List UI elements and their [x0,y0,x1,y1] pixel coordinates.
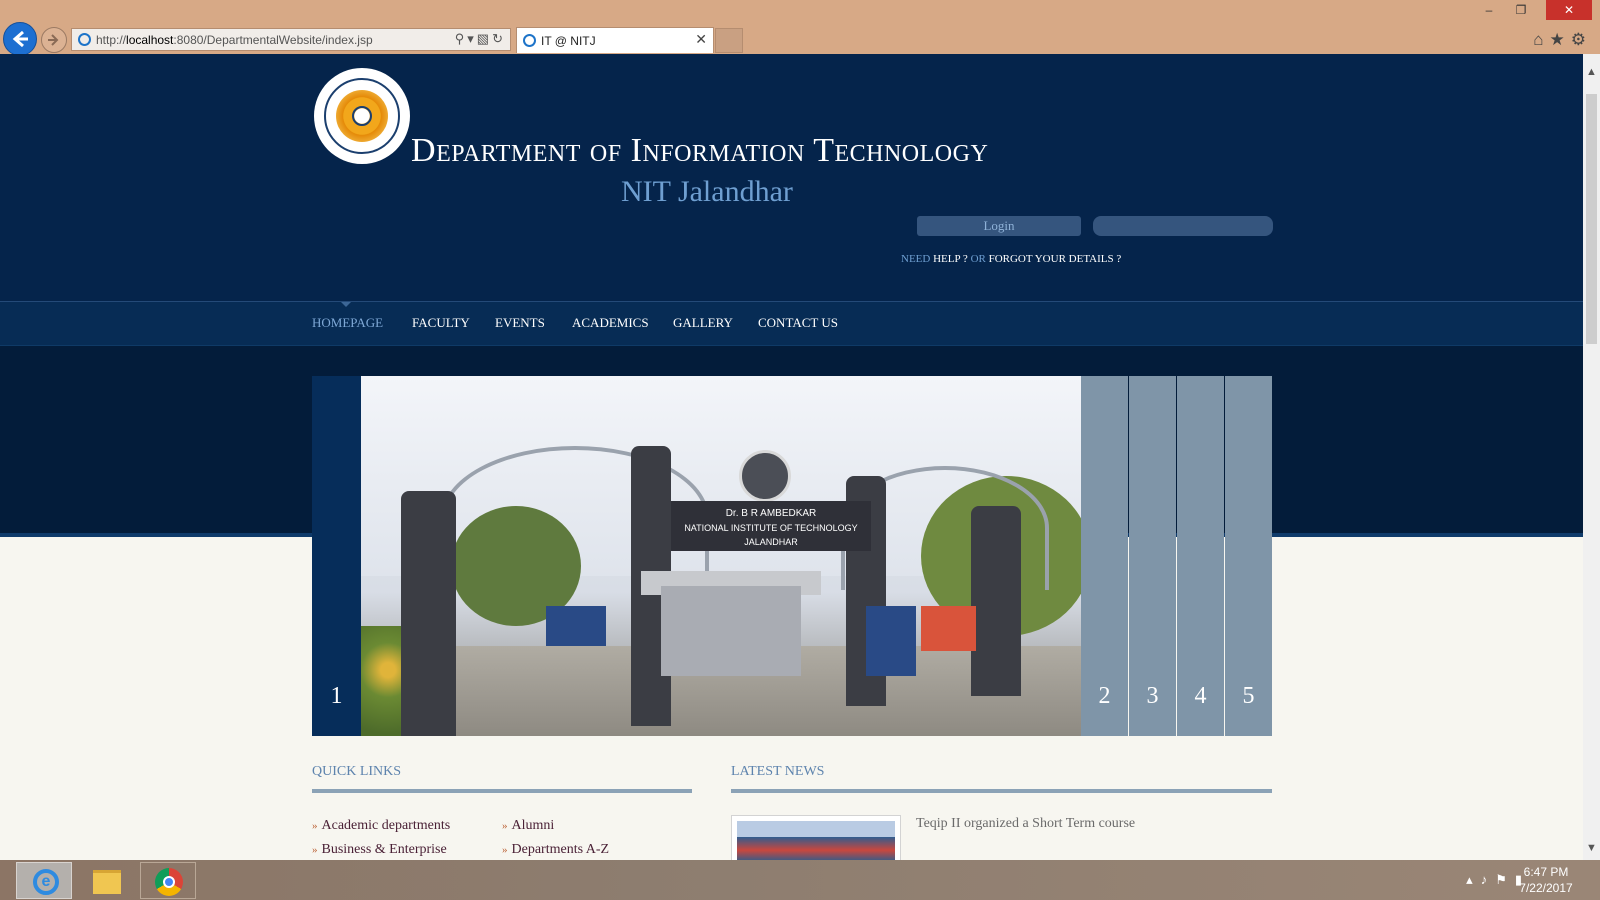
photo-poster [866,606,916,676]
slide-tab-3[interactable]: 3 [1129,376,1176,736]
photo-pillar [971,506,1021,696]
back-button[interactable] [3,22,37,56]
quick-link-item[interactable]: » Academic departments [312,818,450,834]
close-tab-icon[interactable]: ✕ [695,31,707,48]
taskbar-chrome-button[interactable] [140,862,196,899]
back-arrow-icon [12,30,28,48]
taskbar-ie-button[interactable]: e [16,862,72,899]
arrow-icon: » [312,844,318,856]
page-title: Department of Information Technology [411,132,989,169]
toolbar-icons: ⌂★⚙ [1533,30,1592,50]
photo-pillar [401,491,456,736]
slide-number: 4 [1194,683,1207,709]
login-button[interactable]: Login [917,216,1081,236]
help-text: NEED HELP ? OR FORGOT YOUR DETAILS ? [901,253,1122,265]
slide-number: 3 [1146,683,1159,709]
latest-news-divider [731,789,1272,793]
forward-button[interactable] [41,27,67,53]
quick-links-title: QUICK LINKS [312,764,402,779]
arrow-icon: » [502,844,508,856]
folder-icon [93,870,121,894]
nav-academics[interactable]: ACADEMICS [572,315,649,331]
slide-tab-2[interactable]: 2 [1081,376,1128,736]
nav-faculty[interactable]: FACULTY [412,315,470,331]
arrow-icon: » [312,820,318,832]
active-caret-icon [341,302,351,307]
quick-link-item[interactable]: » Alumni [502,818,554,834]
slide-photo-campus-gate[interactable]: Dr. B R AMBEDKAR NATIONAL INSTITUTE OF TE… [361,376,1081,736]
photo-poster [546,606,606,646]
news-thumbnail[interactable] [731,815,901,860]
vertical-scrollbar[interactable]: ▲ ▼ [1583,54,1600,860]
photo-booth [661,586,801,676]
volume-icon[interactable]: ♪ [1481,872,1496,887]
nav-homepage[interactable]: HOMEPAGE [312,315,383,331]
slide-tab-4[interactable]: 4 [1177,376,1224,736]
slide-number: 5 [1242,683,1255,709]
refresh-icon[interactable]: ↻ [492,31,506,46]
show-hidden-icon[interactable]: ▴ [1466,872,1481,887]
address-actions: ⚲▾▧↻ [455,31,506,47]
clock-date: 7/22/2017 [1519,881,1573,895]
browser-chrome: http://localhost:8080/DepartmentalWebsit… [0,0,1600,56]
latest-news-title: LATEST NEWS [731,764,825,779]
site-header: Department of Information Technology NIT… [0,54,1583,301]
browser-tab-active[interactable]: IT @ NITJ ✕ [516,27,714,53]
tab-title: IT @ NITJ [541,34,596,48]
chrome-icon [155,868,183,896]
ie-page-icon [78,33,91,46]
scrollbar-thumb[interactable] [1586,94,1597,344]
compat-icon[interactable]: ▧ [477,31,492,46]
news-thumbnail-image [737,821,895,860]
news-item-title[interactable]: Teqip II organized a Short Term course [916,816,1135,832]
photo-gate-banner: Dr. B R AMBEDKAR NATIONAL INSTITUTE OF TE… [671,501,871,551]
new-tab-button[interactable] [715,28,743,53]
favorites-icon[interactable]: ★ [1550,30,1571,49]
institute-logo[interactable] [314,68,410,164]
ie-tab-icon [523,34,536,47]
taskbar-explorer-button[interactable] [78,862,134,899]
logo-atom-icon [352,106,372,126]
login-input[interactable] [1093,216,1273,236]
internet-explorer-icon: e [33,869,59,895]
page-viewport: Department of Information Technology NIT… [0,54,1583,860]
home-icon[interactable]: ⌂ [1533,30,1549,49]
slide-tab-5[interactable]: 5 [1225,376,1272,736]
dropdown-icon[interactable]: ▾ [467,31,477,46]
quick-link-item[interactable]: » Business & Enterprise [312,842,447,858]
flag-icon[interactable]: ⚑ [1495,872,1515,887]
quick-links-divider [312,789,692,793]
clock-time: 6:47 PM [1523,865,1569,879]
photo-poster [921,606,976,651]
slide-number: 2 [1098,683,1111,709]
arrow-icon: » [502,820,508,832]
help-link[interactable]: HELP ? [933,253,968,265]
image-slider: 1 Dr. B R AMBEDKAR NATIONAL INSTITUTE OF … [312,376,1272,736]
scroll-down-icon[interactable]: ▼ [1586,842,1597,854]
address-url: http://localhost:8080/DepartmentalWebsit… [96,33,373,47]
page-subtitle: NIT Jalandhar [621,175,793,208]
nav-events[interactable]: EVENTS [495,315,545,331]
windows-taskbar: e ▴♪⚑▮ 6:47 PM 7/22/2017 [0,860,1600,900]
taskbar-clock[interactable]: 6:47 PM 7/22/2017 [1516,864,1576,896]
slide-number: 1 [330,683,343,709]
nav-gallery[interactable]: GALLERY [673,315,733,331]
search-icon[interactable]: ⚲ [455,31,468,46]
settings-icon[interactable]: ⚙ [1571,30,1592,49]
main-nav: HOMEPAGE FACULTY EVENTS ACADEMICS GALLER… [0,301,1583,346]
quick-link-item[interactable]: » Departments A-Z [502,842,609,858]
forward-arrow-icon [48,34,59,46]
restore-button[interactable]: ❐ [1506,0,1536,20]
photo-emblem-icon [739,450,791,502]
forgot-details-link[interactable]: FORGOT YOUR DETAILS ? [989,253,1122,265]
address-bar[interactable]: http://localhost:8080/DepartmentalWebsit… [71,28,511,51]
scroll-up-icon[interactable]: ▲ [1586,66,1597,78]
nav-contact-us[interactable]: CONTACT US [758,315,838,331]
slide-tab-1[interactable]: 1 [312,376,361,736]
close-window-button[interactable]: ✕ [1546,0,1592,20]
minimize-button[interactable]: – [1474,0,1504,20]
